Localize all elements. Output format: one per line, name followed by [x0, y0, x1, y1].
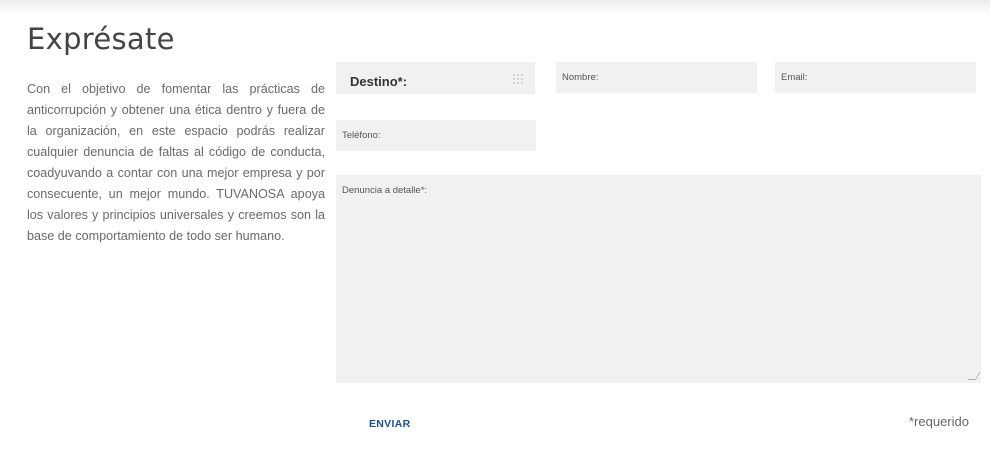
resize-handle-icon[interactable]: [967, 372, 981, 380]
email-field[interactable]: Email:: [775, 62, 976, 93]
nombre-field[interactable]: Nombre:: [556, 62, 757, 93]
email-label: Email:: [781, 72, 808, 83]
denuncia-label: Denuncia a detalle*:: [342, 185, 428, 196]
required-note: *requerido: [909, 414, 969, 429]
destino-label: Destino*:: [350, 74, 408, 89]
denuncia-textarea[interactable]: Denuncia a detalle*:: [336, 175, 981, 383]
destino-select[interactable]: Destino*:: [336, 62, 535, 94]
nombre-label: Nombre:: [562, 72, 599, 83]
top-shadow: [0, 0, 990, 14]
dropdown-grid-icon: [513, 74, 523, 84]
submit-button[interactable]: ENVIAR: [347, 404, 437, 444]
telefono-field[interactable]: Teléfono:: [336, 120, 536, 151]
page-title: Exprésate: [27, 22, 175, 56]
telefono-label: Teléfono:: [342, 130, 381, 141]
intro-paragraph: Con el objetivo de fomentar las práctica…: [27, 82, 325, 243]
